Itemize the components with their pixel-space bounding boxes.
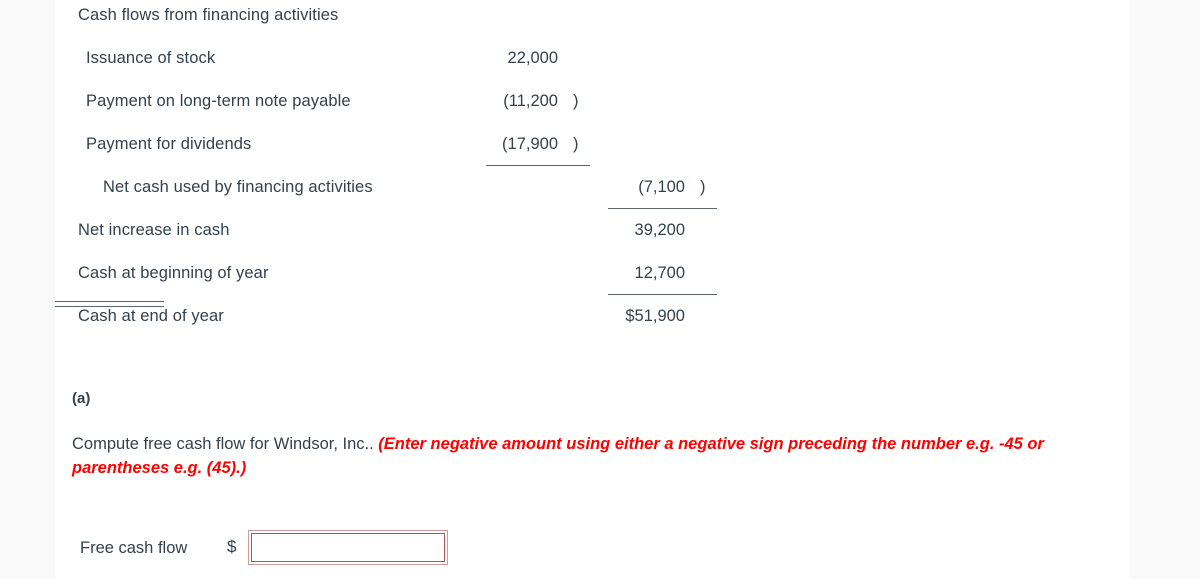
- statement-row: Cash flows from financing activities: [55, 0, 1130, 43]
- subtotal-rule: [608, 294, 717, 295]
- statement-row: Cash at beginning of year 12,700: [55, 258, 1130, 301]
- statement-row-label: Net increase in cash: [78, 221, 230, 239]
- subtotal-rule: [486, 165, 590, 166]
- cash-flow-statement: Cash flows from financing activities Issu…: [55, 0, 1130, 344]
- statement-row: Net increase in cash 39,200: [55, 215, 1130, 258]
- statement-row: Payment for dividends (17,900): [55, 129, 1130, 172]
- statement-row-label: Payment on long-term note payable: [86, 92, 351, 110]
- statement-row: Net cash used by financing activities (7,…: [55, 172, 1130, 215]
- statement-amount-col1: (17,900: [502, 135, 558, 153]
- answer-row: Free cash flow $: [55, 530, 1130, 579]
- part-label: (a): [72, 390, 91, 407]
- free-cash-flow-input[interactable]: [251, 533, 445, 562]
- statement-amount-col1: 22,000: [507, 49, 558, 67]
- currency-symbol: $: [227, 537, 237, 556]
- free-cash-flow-label: Free cash flow: [80, 539, 188, 557]
- content-sheet: Cash flows from financing activities Issu…: [55, 0, 1130, 579]
- statement-row: Cash at end of year $51,900: [55, 301, 1130, 344]
- question-prompt: Compute free cash flow for Windsor, Inc.…: [72, 432, 1127, 480]
- statement-amount-col2: $51,900: [625, 307, 685, 325]
- page-background: Cash flows from financing activities Issu…: [0, 0, 1200, 579]
- statement-row: Issuance of stock 22,000: [55, 43, 1130, 86]
- statement-amount-col2: 39,200: [634, 221, 685, 239]
- statement-amount-col1: (11,200: [503, 92, 558, 110]
- statement-row-label: Cash at end of year: [78, 307, 224, 325]
- statement-row-label: Issuance of stock: [86, 49, 216, 67]
- statement-row-label: Cash flows from financing activities: [78, 6, 339, 24]
- statement-row-label: Payment for dividends: [86, 135, 252, 153]
- statement-paren-col1: ): [573, 135, 579, 153]
- free-cash-flow-input-wrapper[interactable]: [248, 530, 448, 565]
- statement-amount-col2: 12,700: [634, 264, 685, 282]
- statement-paren-col1: ): [573, 92, 579, 110]
- statement-row: Payment on long-term note payable (11,200…: [55, 86, 1130, 129]
- prompt-text: Compute free cash flow for Windsor, Inc.…: [72, 435, 374, 453]
- statement-paren-col2: ): [700, 178, 706, 196]
- statement-row-label: Cash at beginning of year: [78, 264, 269, 282]
- statement-row-label: Net cash used by financing activities: [103, 178, 373, 196]
- subtotal-rule: [608, 208, 717, 209]
- statement-amount-col2: (7,100: [638, 178, 685, 196]
